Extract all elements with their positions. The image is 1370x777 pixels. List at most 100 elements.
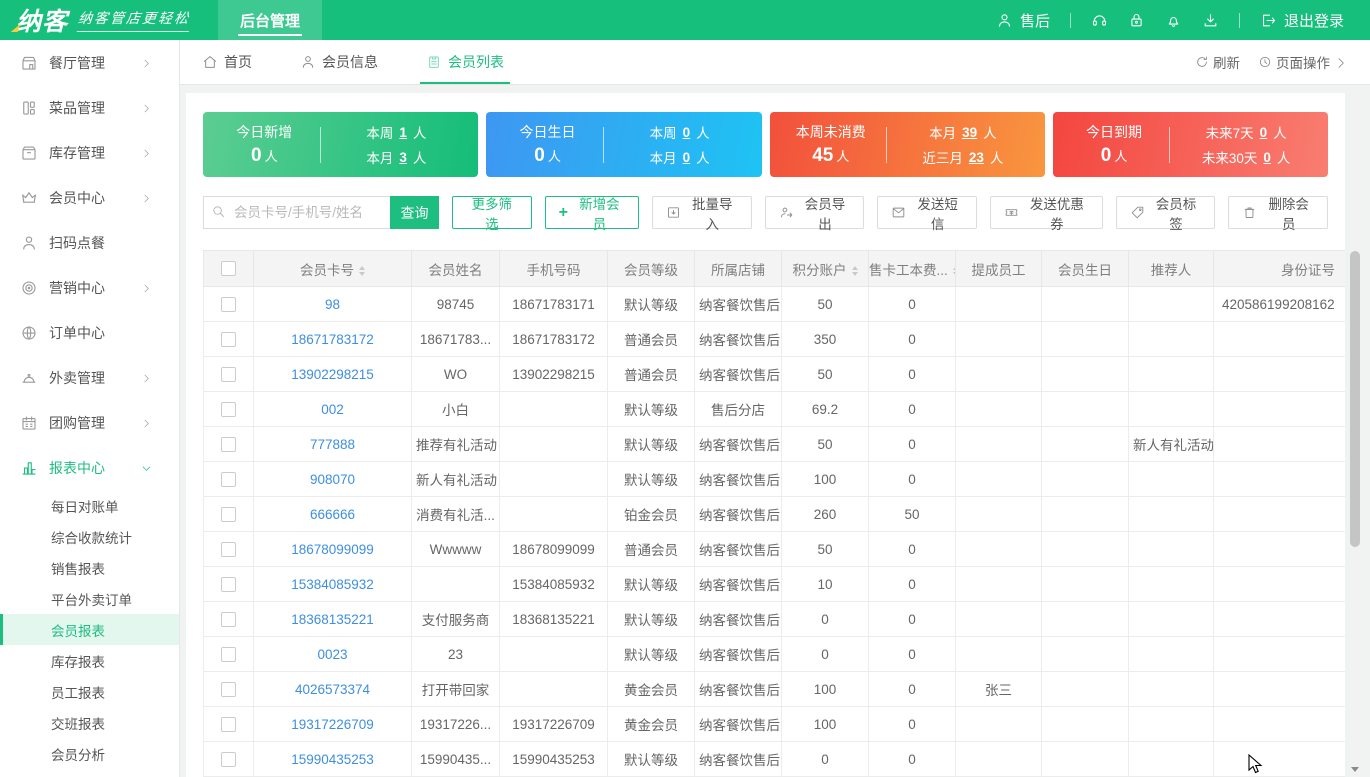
cell-card[interactable]: 777888 — [254, 427, 412, 462]
logout-button[interactable]: 退出登录 — [1260, 10, 1344, 31]
cell-staff — [956, 602, 1042, 637]
home-icon — [202, 54, 218, 70]
support-button[interactable] — [1091, 12, 1108, 29]
scrollbar-thumb[interactable] — [1350, 251, 1360, 547]
cell-card[interactable]: 18368135221 — [254, 602, 412, 637]
action-button-label: 删除会员 — [1263, 193, 1314, 233]
cell-card[interactable]: 19317226709 — [254, 707, 412, 742]
sidebar-item[interactable]: 餐厅管理 — [0, 40, 179, 85]
sidebar-subitem[interactable]: 每日对账单 — [0, 490, 179, 521]
row-checkbox[interactable] — [221, 577, 236, 592]
column-header[interactable]: 会员卡号 — [254, 251, 412, 287]
sidebar-item[interactable]: 报表中心 — [0, 445, 179, 490]
query-button[interactable]: 查询 — [390, 196, 439, 229]
cell-card[interactable]: 666666 — [254, 497, 412, 532]
notifications-button[interactable] — [1165, 12, 1182, 29]
row-checkbox[interactable] — [221, 332, 236, 347]
sidebar-subitem[interactable]: 库存报表 — [0, 645, 179, 676]
search-input[interactable] — [203, 196, 390, 229]
action-button[interactable]: 会员导出 — [765, 196, 865, 229]
cell-birthday — [1042, 322, 1129, 357]
column-header[interactable]: 积分账户 — [782, 251, 869, 287]
action-button[interactable]: +新增会员 — [545, 196, 639, 229]
cell-card[interactable]: 4026573374 — [254, 672, 412, 707]
row-checkbox[interactable] — [221, 402, 236, 417]
cell-store: 纳客餐饮售后 — [695, 532, 782, 567]
tab-item[interactable]: 首页 — [202, 40, 252, 84]
table-row: 1931722670919317226...19317226709黄金会员纳客餐… — [204, 707, 1346, 742]
sort-arrows-icon[interactable] — [852, 266, 858, 276]
account-menu[interactable]: 售后 — [996, 10, 1050, 31]
sidebar-subitem[interactable]: 综合收款统计 — [0, 521, 179, 552]
sort-arrows-icon[interactable] — [359, 266, 365, 276]
cell-card[interactable]: 908070 — [254, 462, 412, 497]
tab-item[interactable]: 会员信息 — [300, 40, 378, 84]
action-button[interactable]: 会员标签 — [1116, 196, 1216, 229]
cell-points: 0 — [782, 602, 869, 637]
sidebar-subitem[interactable]: 交班报表 — [0, 707, 179, 738]
sidebar-item[interactable]: 库存管理 — [0, 130, 179, 175]
row-checkbox[interactable] — [221, 612, 236, 627]
cell-referrer — [1129, 357, 1214, 392]
import-icon — [666, 205, 681, 220]
sidebar-item[interactable]: 会员中心 — [0, 175, 179, 220]
cell-card[interactable]: 18678099099 — [254, 532, 412, 567]
cell-card[interactable]: 002 — [254, 392, 412, 427]
action-button[interactable]: 批量导入 — [652, 196, 752, 229]
sidebar-item[interactable]: 订单中心 — [0, 310, 179, 355]
sidebar-item[interactable]: 团购管理 — [0, 400, 179, 445]
row-checkbox[interactable] — [221, 717, 236, 732]
row-checkbox[interactable] — [221, 682, 236, 697]
brand-logo-text: 纳客 — [16, 8, 68, 36]
cell-staff — [956, 427, 1042, 462]
cell-card[interactable]: 98 — [254, 287, 412, 322]
stat-detail: 本周0人 — [650, 122, 710, 142]
row-checkbox[interactable] — [221, 437, 236, 452]
row-checkbox[interactable] — [221, 647, 236, 662]
row-checkbox[interactable] — [221, 542, 236, 557]
row-checkbox[interactable] — [221, 367, 236, 382]
table-row: 666666消费有礼活...铂金会员纳客餐饮售后26050 — [204, 497, 1346, 532]
tag-icon — [1130, 205, 1145, 220]
sidebar-item[interactable]: 营销中心 — [0, 265, 179, 310]
sidebar-subitem[interactable]: 会员分析 — [0, 738, 179, 769]
tab-active[interactable]: 会员列表 — [426, 40, 504, 84]
cell-card[interactable]: 18671783172 — [254, 322, 412, 357]
cell-card[interactable]: 0023 — [254, 637, 412, 672]
cell-card[interactable]: 13902298215 — [254, 357, 412, 392]
column-header[interactable]: 售卡工本费... — [869, 251, 956, 287]
select-all-checkbox[interactable] — [221, 261, 236, 276]
vertical-scrollbar[interactable] — [1349, 93, 1361, 777]
row-checkbox[interactable] — [221, 472, 236, 487]
sidebar-subitem[interactable]: 平台外卖订单 — [0, 583, 179, 614]
action-button[interactable]: 更多筛选 — [452, 196, 532, 229]
content-background: 今日新增0人本周1人本月3人今日生日0人本周0人本月0人本周未消费45人本月39… — [180, 85, 1370, 777]
refresh-button[interactable]: 刷新 — [1195, 52, 1240, 72]
sidebar-item[interactable]: 扫码点餐 — [0, 220, 179, 265]
row-checkbox[interactable] — [221, 507, 236, 522]
row-checkbox[interactable] — [221, 297, 236, 312]
cell-card[interactable]: 15990435253 — [254, 742, 412, 777]
cell-name: 打开带回家 — [412, 672, 500, 707]
scrollbar-down-arrow[interactable] — [1351, 767, 1359, 772]
sidebar-item[interactable]: 菜品管理 — [0, 85, 179, 130]
lock-button[interactable] — [1128, 12, 1145, 29]
column-header: 手机号码 — [500, 251, 608, 287]
sidebar-subitem[interactable]: 员工报表 — [0, 676, 179, 707]
sidebar-subitem-label: 综合收款统计 — [51, 527, 132, 547]
page-operations-button[interactable]: 页面操作 — [1258, 52, 1348, 72]
action-button[interactable]: 删除会员 — [1228, 196, 1328, 229]
action-button[interactable]: 发送短信 — [877, 196, 977, 229]
download-button[interactable] — [1202, 12, 1219, 29]
mail-icon — [891, 205, 906, 220]
action-button[interactable]: 发送优惠券 — [990, 196, 1103, 229]
row-checkbox[interactable] — [221, 752, 236, 767]
sidebar-subitem[interactable]: 会员报表 — [0, 614, 179, 645]
cell-phone: 15990435253 — [500, 742, 608, 777]
sidebar-item-label: 扫码点餐 — [49, 233, 163, 253]
module-tab-backend[interactable]: 后台管理 — [218, 0, 322, 40]
sidebar-item[interactable]: 外卖管理 — [0, 355, 179, 400]
cell-name: 消费有礼活... — [412, 497, 500, 532]
cell-card[interactable]: 15384085932 — [254, 567, 412, 602]
sidebar-subitem[interactable]: 销售报表 — [0, 552, 179, 583]
